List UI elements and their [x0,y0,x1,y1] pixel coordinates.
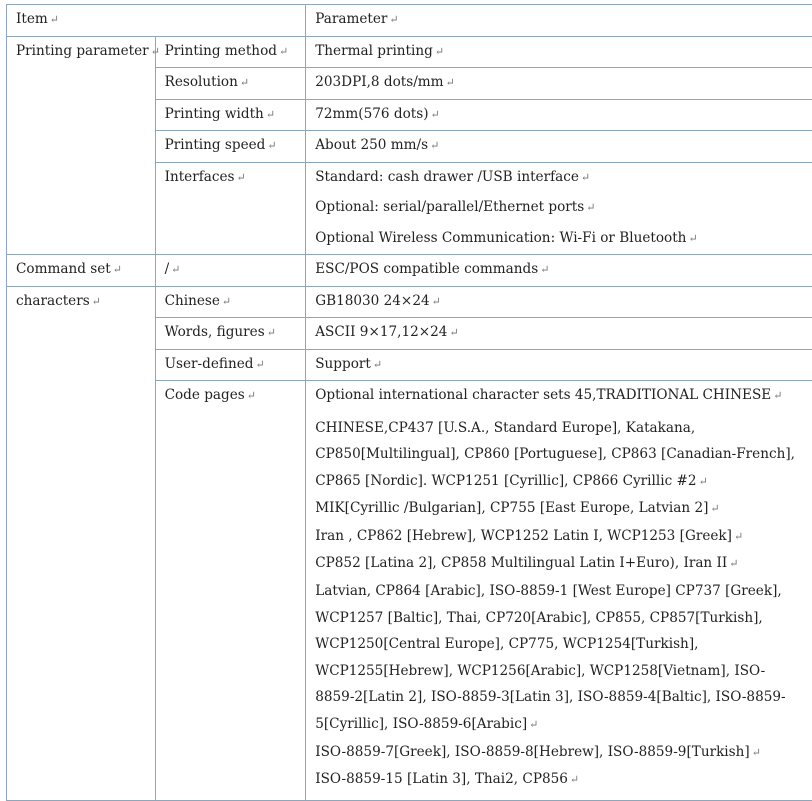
row-value: 72mm(576 dots)↵ [306,99,812,131]
row-label: Printing method↵ [155,36,306,68]
row-label: Chinese↵ [155,286,306,318]
row-value-interfaces: Standard: cash drawer /USB interface↵ Op… [306,162,812,255]
code-page-line: Optional international character sets 45… [315,386,808,406]
code-page-line: MIK[Cyrillic /Bulgarian], CP755 [East Eu… [315,495,808,523]
row-value: About 250 mm/s↵ [306,131,812,163]
code-page-line: WCP1250[Central Europe], CP775, WCP1254[… [315,631,808,658]
table-row: Command set↵ /↵ ESC/POS compatible comma… [7,255,812,287]
row-label-interfaces: Interfaces↵ [155,162,306,255]
group-command-set: Command set↵ [7,255,156,287]
row-value: GB18030 24×24↵ [306,286,812,318]
header-row: Item↵ Parameter↵ [7,5,812,37]
row-label-code-pages: Code pages↵ [155,381,306,801]
header-item-cell: Item↵ [7,5,306,37]
header-parameter-cell: Parameter↵ [306,5,812,37]
code-page-line: WCP1255[Hebrew], WCP1256[Arabic], WCP125… [315,658,808,685]
table-row: characters↵ Chinese↵ GB18030 24×24↵ [7,286,812,318]
row-label: Words, figures↵ [155,318,306,350]
code-page-line: 5[Cyrillic], ISO-8859-6[Arabic]↵ [315,711,808,739]
code-page-line: 8859-2[Latin 2], ISO-8859-3[Latin 3], IS… [315,684,808,711]
row-value: Support↵ [306,349,812,381]
spec-table: Item↵ Parameter↵ Printing parameter↵ Pri… [6,4,812,801]
header-item: Item [16,11,48,27]
code-page-line: CP865 [Nordic]. WCP1251 [Cyrillic], CP86… [315,468,808,496]
code-page-line: CP852 [Latina 2], CP858 Multilingual Lat… [315,550,808,578]
row-label: /↵ [155,255,306,287]
row-label: Resolution↵ [155,68,306,100]
code-page-line: WCP1257 [Baltic], Thai, CP720[Arabic], C… [315,605,808,632]
code-page-line: CP850[Multilingual], CP860 [Portuguese],… [315,441,808,468]
code-page-line: CHINESE,CP437 [U.S.A., Standard Europe],… [315,415,808,442]
code-page-line: ISO-8859-15 [Latin 3], Thai2, CP856↵ [315,766,808,794]
row-label: Printing width↵ [155,99,306,131]
code-page-line: ISO-8859-7[Greek], ISO-8859-8[Hebrew], I… [315,739,808,767]
group-characters: characters↵ [7,286,156,800]
code-page-line: Latvian, CP864 [Arabic], ISO-8859-1 [Wes… [315,578,808,605]
row-label: User-defined↵ [155,349,306,381]
table-row: Printing parameter↵ Printing method↵ The… [7,36,812,68]
code-page-line: Iran , CP862 [Hebrew], WCP1252 Latin I, … [315,523,808,551]
header-parameter: Parameter [315,11,387,27]
row-label: Printing speed↵ [155,131,306,163]
row-value: Thermal printing↵ [306,36,812,68]
group-printing-parameter: Printing parameter↵ [7,36,156,255]
row-value: ESC/POS compatible commands↵ [306,255,812,287]
row-value: 203DPI,8 dots/mm↵ [306,68,812,100]
row-value-code-pages: Optional international character sets 45… [306,381,812,801]
row-value: ASCII 9×17,12×24↵ [306,318,812,350]
